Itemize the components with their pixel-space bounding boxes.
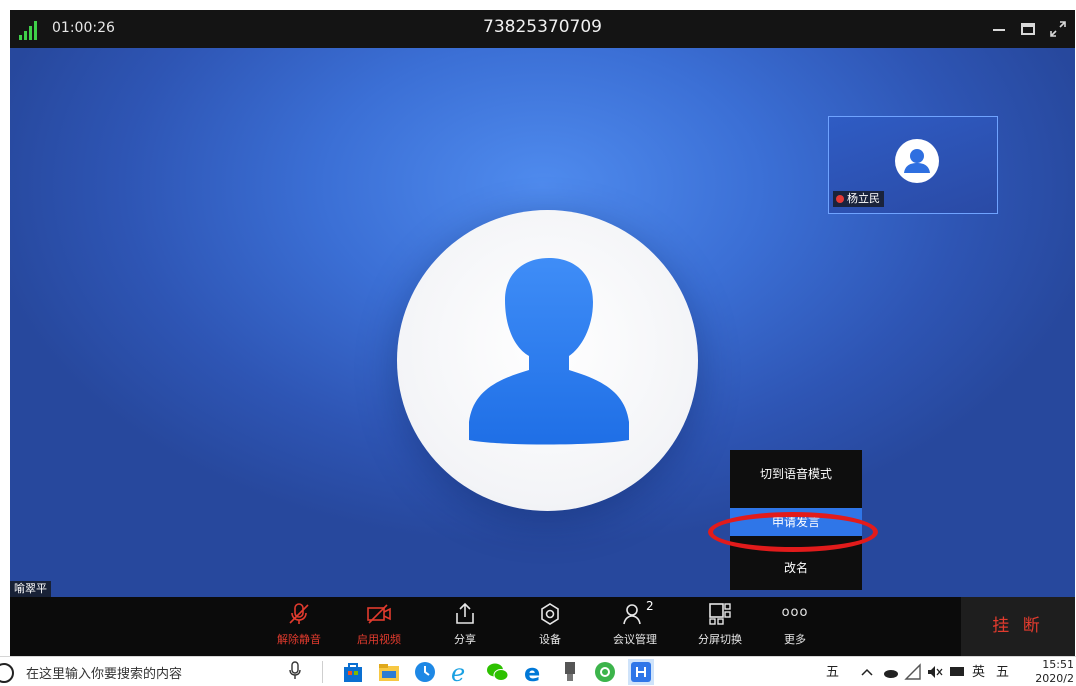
share-button[interactable]: 分享 — [430, 601, 500, 653]
layout-switch-label: 分屏切换 — [698, 633, 742, 646]
clock-app-icon[interactable] — [412, 659, 438, 685]
maximize-icon[interactable] — [1017, 18, 1039, 40]
unmute-label: 解除静音 — [277, 633, 321, 646]
menu-item-voice-mode[interactable]: 切到语音模式 — [730, 460, 862, 488]
participants-icon — [623, 604, 641, 625]
search-icon[interactable] — [0, 663, 14, 683]
wechat-icon[interactable] — [484, 659, 510, 685]
menu-item-request-speak[interactable]: 申请发言 — [730, 508, 862, 536]
network-icon[interactable] — [904, 659, 922, 685]
fullscreen-icon[interactable] — [1047, 18, 1069, 40]
meeting-app-icon[interactable] — [628, 659, 654, 685]
browser-icon[interactable] — [592, 659, 618, 685]
internet-explorer-icon[interactable]: e — [448, 659, 474, 685]
store-icon[interactable] — [340, 659, 366, 685]
settings-label: 设备 — [539, 633, 561, 646]
remote-name: 杨立民 — [847, 192, 880, 205]
share-icon — [456, 602, 474, 624]
settings-button[interactable]: 设备 — [515, 601, 585, 653]
clock-time: 15:51 — [1042, 658, 1074, 671]
windows-taskbar: 在这里输入你要搜索的内容 e e 五 英 五 15:51 2020/2 — [0, 656, 1076, 686]
start-video-label: 启用视频 — [357, 633, 401, 646]
clock-date: 2020/2 — [1035, 672, 1074, 685]
volume-muted-icon[interactable] — [926, 659, 944, 685]
input-language-indicator[interactable]: 英 — [972, 661, 985, 680]
title-bar: 01:00:26 73825370709 — [10, 10, 1075, 48]
ime-indicator[interactable]: 五 — [996, 661, 1009, 680]
cloud-icon[interactable] — [882, 659, 900, 685]
remote-name-tag: 杨立民 — [833, 191, 884, 207]
layout-grid-icon — [709, 603, 731, 625]
edge-icon[interactable]: e — [520, 659, 546, 685]
gear-icon — [541, 603, 559, 625]
main-avatar — [397, 210, 698, 511]
taskbar-search-input[interactable]: 在这里输入你要搜索的内容 — [26, 663, 182, 682]
layout-switch-button[interactable]: 分屏切换 — [685, 601, 755, 653]
person-icon — [904, 149, 930, 173]
system-clock[interactable]: 15:51 2020/2 — [1035, 658, 1074, 686]
chevron-up-icon[interactable] — [860, 659, 874, 685]
svg-text:e: e — [451, 659, 465, 685]
remote-participant-tile[interactable]: 杨立民 — [828, 116, 998, 214]
person-icon — [469, 258, 629, 445]
microphone-icon[interactable] — [288, 661, 302, 681]
more-menu: 切到语音模式 申请发言 改名 — [730, 450, 862, 590]
participants-button[interactable]: 2 会议管理 — [600, 599, 670, 653]
unmute-button[interactable]: 解除静音 — [264, 601, 334, 653]
mic-muted-icon — [289, 603, 309, 624]
minimize-icon[interactable] — [988, 18, 1010, 40]
more-button[interactable]: ooo 更多 — [760, 601, 830, 653]
more-icon: ooo — [781, 605, 809, 620]
camera-off-icon — [367, 604, 391, 624]
meeting-toolbar: 解除静音 启用视频 分享 设备 2 会议管理 分屏切换 ooo 更多 挂 断 — [10, 597, 1075, 656]
video-stage: 杨立民 喻翠平 — [10, 48, 1075, 597]
participants-label: 会议管理 — [613, 633, 657, 646]
usb-device-icon[interactable] — [556, 659, 582, 685]
meeting-id: 73825370709 — [483, 17, 602, 37]
participants-count: 2 — [646, 599, 654, 613]
start-video-button[interactable]: 启用视频 — [344, 601, 414, 653]
menu-item-rename[interactable]: 改名 — [730, 554, 862, 582]
hangup-button[interactable]: 挂 断 — [961, 597, 1075, 656]
display-icon[interactable] — [948, 659, 966, 685]
svg-text:e: e — [524, 659, 540, 685]
muted-mic-icon — [836, 195, 844, 203]
ime-mode-icon[interactable]: 五 — [826, 661, 839, 680]
more-label: 更多 — [784, 633, 806, 646]
local-name-tag: 喻翠平 — [10, 581, 51, 597]
file-explorer-icon[interactable] — [376, 659, 402, 685]
taskbar-separator — [322, 661, 323, 683]
remote-avatar — [895, 139, 939, 183]
share-label: 分享 — [454, 633, 476, 646]
meeting-window: 01:00:26 73825370709 杨立民 喻翠平 切到语音模式 申请发言… — [10, 10, 1075, 656]
